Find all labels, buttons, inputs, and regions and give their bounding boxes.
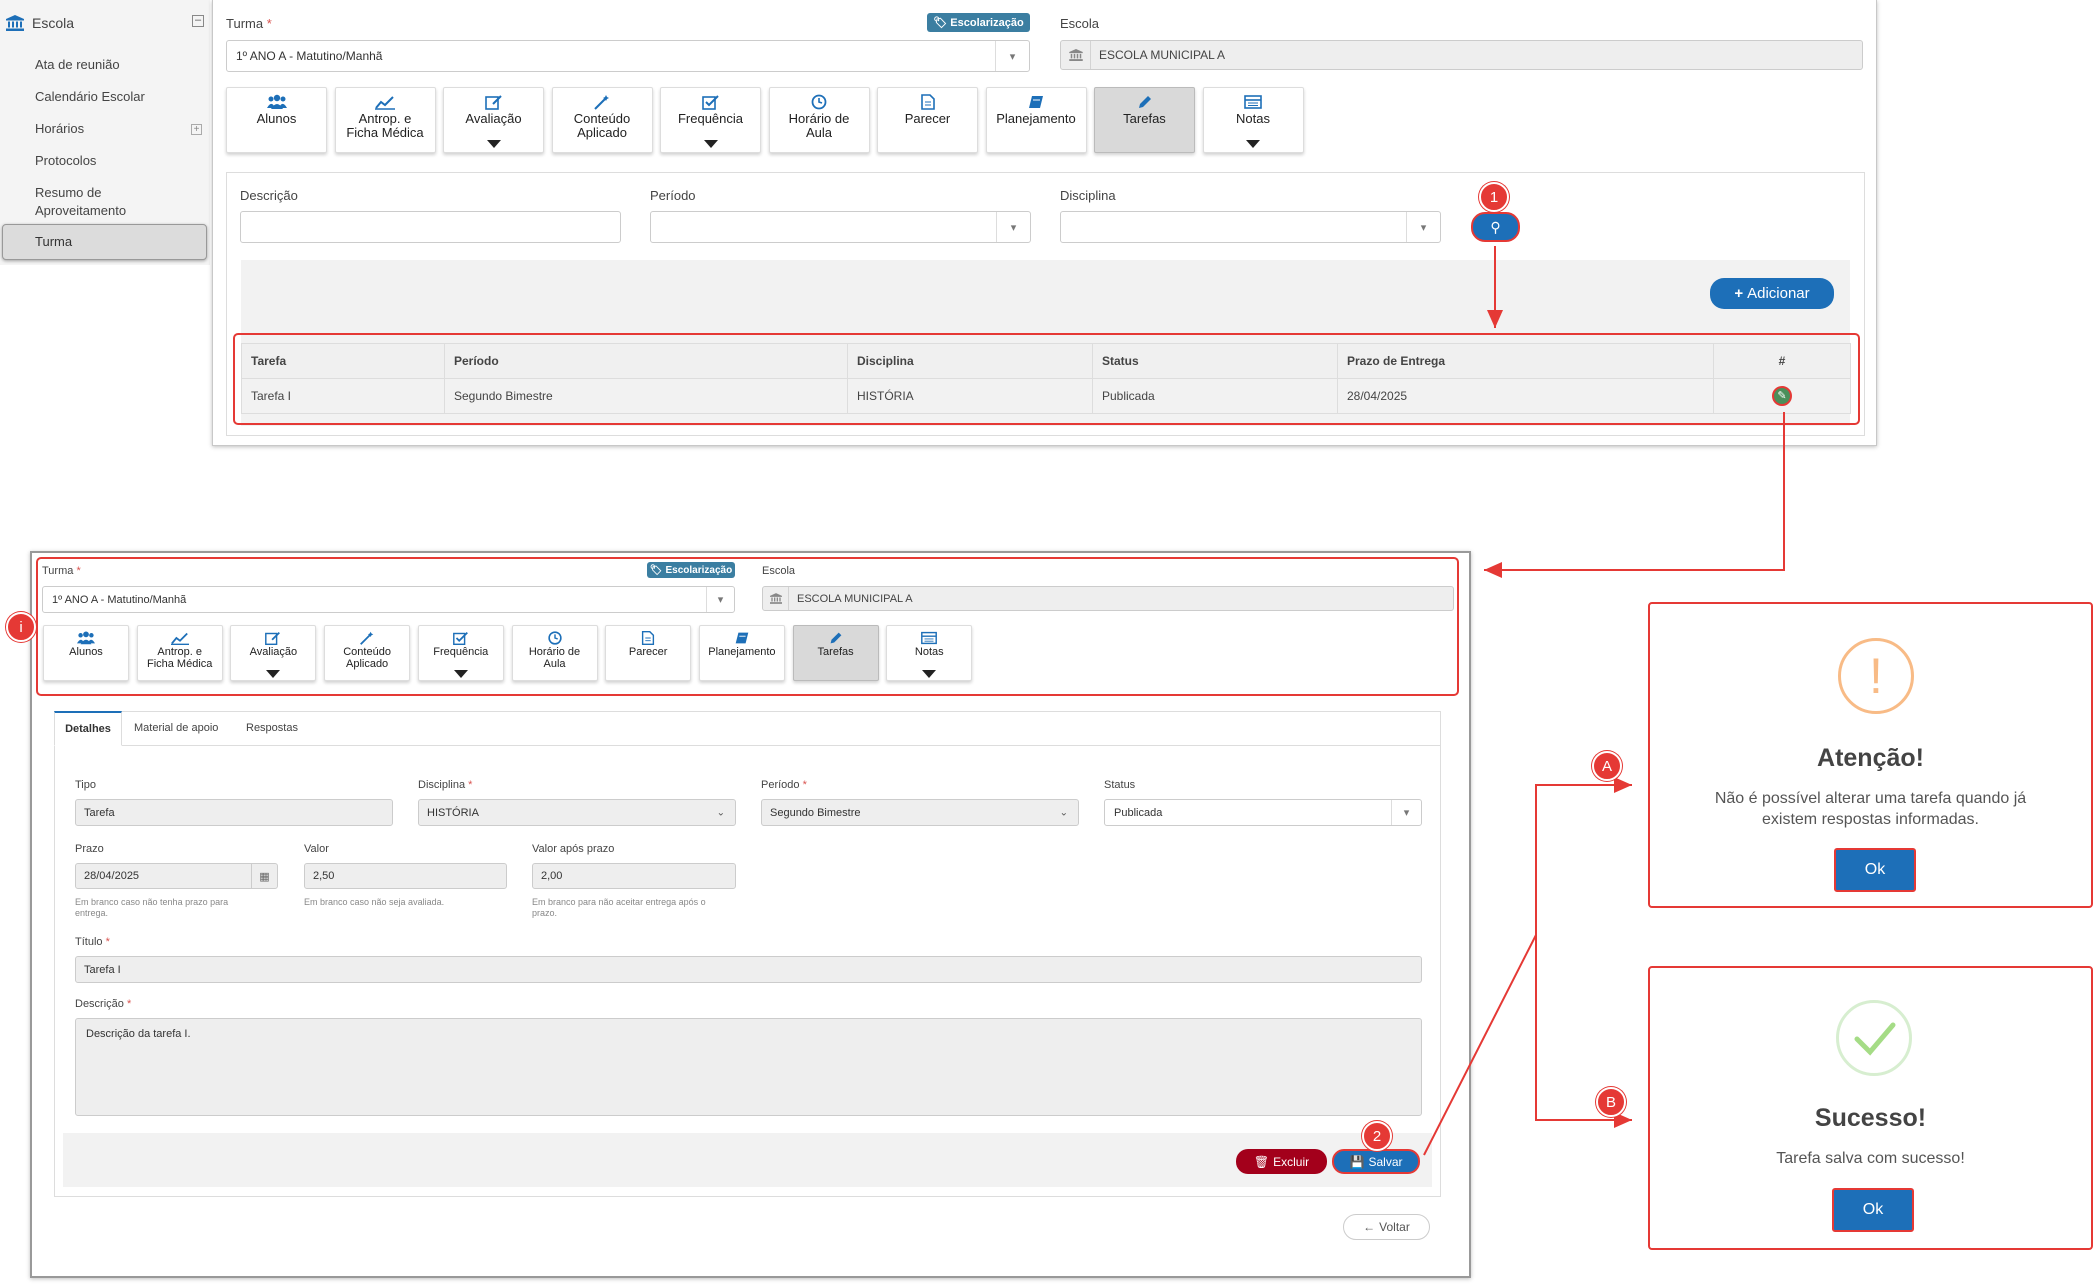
marker-b: B: [1596, 1087, 1626, 1117]
annotation-arrows: [1423, 246, 1785, 1156]
marker-1: 1: [1479, 182, 1509, 212]
marker-2: 2: [1362, 1121, 1392, 1151]
marker-a: A: [1592, 751, 1622, 781]
marker-i: i: [6, 612, 36, 642]
